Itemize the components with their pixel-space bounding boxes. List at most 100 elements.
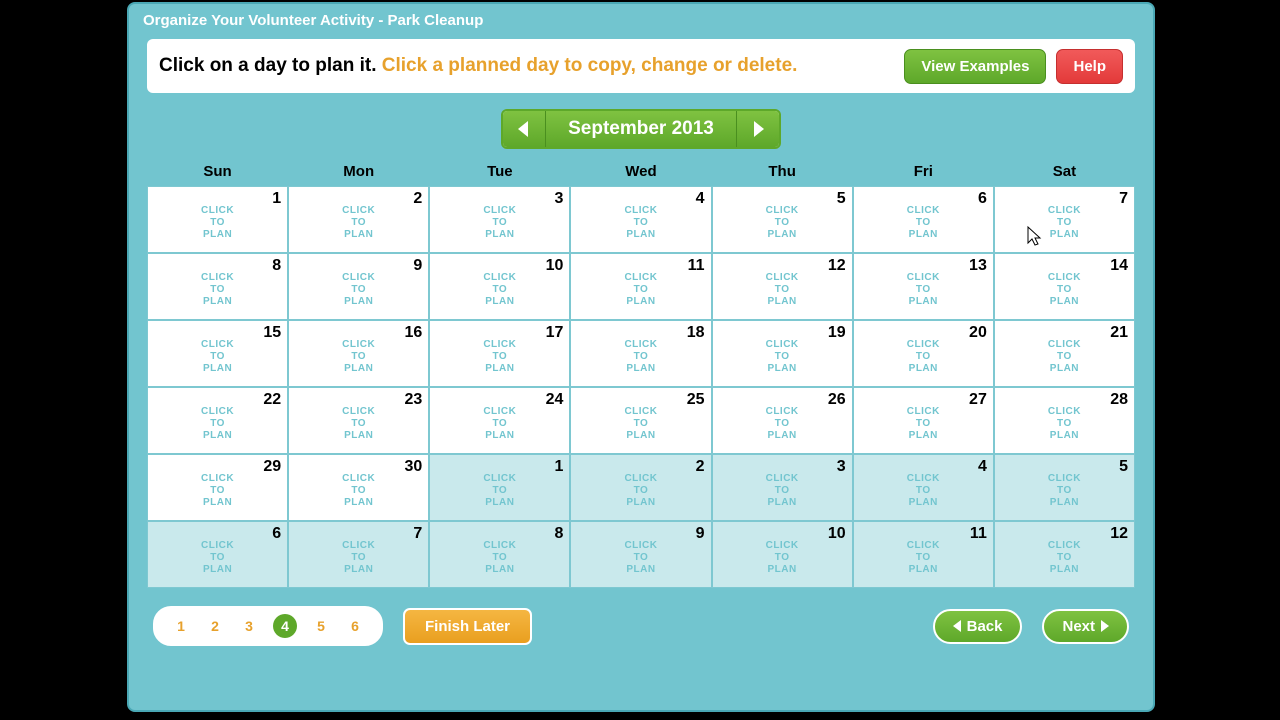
next-button[interactable]: Next [1042,609,1129,644]
click-to-plan-label: CLICKTOPLAN [713,272,852,308]
click-to-plan-label: CLICKTOPLAN [571,473,710,509]
click-to-plan-label: CLICKTOPLAN [148,473,287,509]
prev-month-button[interactable] [503,111,545,147]
back-label: Back [967,618,1003,635]
window-title: Organize Your Volunteer Activity - Park … [129,4,1153,39]
calendar-day-cell[interactable]: 28CLICKTOPLAN [994,387,1135,454]
calendar-day-cell[interactable]: 1CLICKTOPLAN [429,454,570,521]
calendar-day-cell[interactable]: 7CLICKTOPLAN [288,521,429,588]
click-to-plan-label: CLICKTOPLAN [713,540,852,576]
help-button[interactable]: Help [1056,49,1123,84]
click-to-plan-label: CLICKTOPLAN [289,272,428,308]
calendar-day-cell[interactable]: 10CLICKTOPLAN [712,521,853,588]
click-to-plan-label: CLICKTOPLAN [713,339,852,375]
calendar-day-cell[interactable]: 2CLICKTOPLAN [570,454,711,521]
calendar-day-cell[interactable]: 6CLICKTOPLAN [853,186,994,253]
click-to-plan-label: CLICKTOPLAN [148,339,287,375]
calendar-day-cell[interactable]: 13CLICKTOPLAN [853,253,994,320]
step-6[interactable]: 6 [345,616,365,636]
click-to-plan-label: CLICKTOPLAN [571,339,710,375]
click-to-plan-label: CLICKTOPLAN [995,339,1134,375]
calendar-day-cell[interactable]: 21CLICKTOPLAN [994,320,1135,387]
calendar-day-cell[interactable]: 19CLICKTOPLAN [712,320,853,387]
calendar-day-cell[interactable]: 18CLICKTOPLAN [570,320,711,387]
step-5[interactable]: 5 [311,616,331,636]
calendar-day-cell[interactable]: 23CLICKTOPLAN [288,387,429,454]
calendar-day-cell[interactable]: 5CLICKTOPLAN [712,186,853,253]
calendar-day-cell[interactable]: 9CLICKTOPLAN [570,521,711,588]
calendar-day-cell[interactable]: 22CLICKTOPLAN [147,387,288,454]
calendar-day-cell[interactable]: 25CLICKTOPLAN [570,387,711,454]
calendar-day-cell[interactable]: 8CLICKTOPLAN [429,521,570,588]
click-to-plan-label: CLICKTOPLAN [995,272,1134,308]
next-label: Next [1062,618,1095,635]
step-indicator: 123456 [153,606,383,646]
calendar-day-cell[interactable]: 12CLICKTOPLAN [712,253,853,320]
calendar-day-cell[interactable]: 29CLICKTOPLAN [147,454,288,521]
view-examples-button[interactable]: View Examples [904,49,1046,84]
click-to-plan-label: CLICKTOPLAN [430,406,569,442]
click-to-plan-label: CLICKTOPLAN [430,339,569,375]
chevron-right-icon [1101,620,1109,632]
weekday-header: Sun [147,163,288,180]
calendar-day-cell[interactable]: 12CLICKTOPLAN [994,521,1135,588]
calendar-day-cell[interactable]: 16CLICKTOPLAN [288,320,429,387]
calendar-day-cell[interactable]: 9CLICKTOPLAN [288,253,429,320]
click-to-plan-label: CLICKTOPLAN [854,205,993,241]
weekday-header: Tue [429,163,570,180]
calendar-day-cell[interactable]: 15CLICKTOPLAN [147,320,288,387]
calendar-day-cell[interactable]: 11CLICKTOPLAN [853,521,994,588]
click-to-plan-label: CLICKTOPLAN [430,540,569,576]
step-1[interactable]: 1 [171,616,191,636]
calendar-day-cell[interactable]: 3CLICKTOPLAN [712,454,853,521]
calendar-grid: 1CLICKTOPLAN2CLICKTOPLAN3CLICKTOPLAN4CLI… [147,186,1135,588]
click-to-plan-label: CLICKTOPLAN [995,205,1134,241]
click-to-plan-label: CLICKTOPLAN [148,205,287,241]
click-to-plan-label: CLICKTOPLAN [854,272,993,308]
step-4[interactable]: 4 [273,614,297,638]
calendar-day-cell[interactable]: 4CLICKTOPLAN [853,454,994,521]
click-to-plan-label: CLICKTOPLAN [995,406,1134,442]
calendar-day-cell[interactable]: 10CLICKTOPLAN [429,253,570,320]
calendar-day-cell[interactable]: 7CLICKTOPLAN [994,186,1135,253]
calendar-day-cell[interactable]: 3CLICKTOPLAN [429,186,570,253]
instruction-text: Click on a day to plan it. Click a plann… [159,55,894,77]
calendar-day-cell[interactable]: 17CLICKTOPLAN [429,320,570,387]
click-to-plan-label: CLICKTOPLAN [289,540,428,576]
back-button[interactable]: Back [933,609,1023,644]
click-to-plan-label: CLICKTOPLAN [289,339,428,375]
month-navigator: September 2013 [147,109,1135,149]
finish-later-button[interactable]: Finish Later [403,608,532,645]
click-to-plan-label: CLICKTOPLAN [148,406,287,442]
calendar-day-cell[interactable]: 4CLICKTOPLAN [570,186,711,253]
calendar-day-cell[interactable]: 2CLICKTOPLAN [288,186,429,253]
calendar-day-cell[interactable]: 14CLICKTOPLAN [994,253,1135,320]
click-to-plan-label: CLICKTOPLAN [713,406,852,442]
calendar-day-cell[interactable]: 20CLICKTOPLAN [853,320,994,387]
step-2[interactable]: 2 [205,616,225,636]
calendar-day-cell[interactable]: 5CLICKTOPLAN [994,454,1135,521]
click-to-plan-label: CLICKTOPLAN [571,406,710,442]
click-to-plan-label: CLICKTOPLAN [430,473,569,509]
calendar-day-cell[interactable]: 26CLICKTOPLAN [712,387,853,454]
click-to-plan-label: CLICKTOPLAN [854,339,993,375]
calendar-day-cell[interactable]: 24CLICKTOPLAN [429,387,570,454]
click-to-plan-label: CLICKTOPLAN [713,205,852,241]
calendar-day-cell[interactable]: 6CLICKTOPLAN [147,521,288,588]
calendar-day-cell[interactable]: 11CLICKTOPLAN [570,253,711,320]
calendar-day-cell[interactable]: 27CLICKTOPLAN [853,387,994,454]
calendar-day-cell[interactable]: 30CLICKTOPLAN [288,454,429,521]
calendar-day-cell[interactable]: 1CLICKTOPLAN [147,186,288,253]
calendar-day-cell[interactable]: 8CLICKTOPLAN [147,253,288,320]
click-to-plan-label: CLICKTOPLAN [289,205,428,241]
click-to-plan-label: CLICKTOPLAN [571,540,710,576]
next-month-button[interactable] [737,111,779,147]
click-to-plan-label: CLICKTOPLAN [995,473,1134,509]
calendar: SunMonTueWedThuFriSat 1CLICKTOPLAN2CLICK… [147,159,1135,588]
step-3[interactable]: 3 [239,616,259,636]
weekday-header: Wed [570,163,711,180]
click-to-plan-label: CLICKTOPLAN [430,205,569,241]
click-to-plan-label: CLICKTOPLAN [995,540,1134,576]
click-to-plan-label: CLICKTOPLAN [289,406,428,442]
weekday-header: Thu [712,163,853,180]
